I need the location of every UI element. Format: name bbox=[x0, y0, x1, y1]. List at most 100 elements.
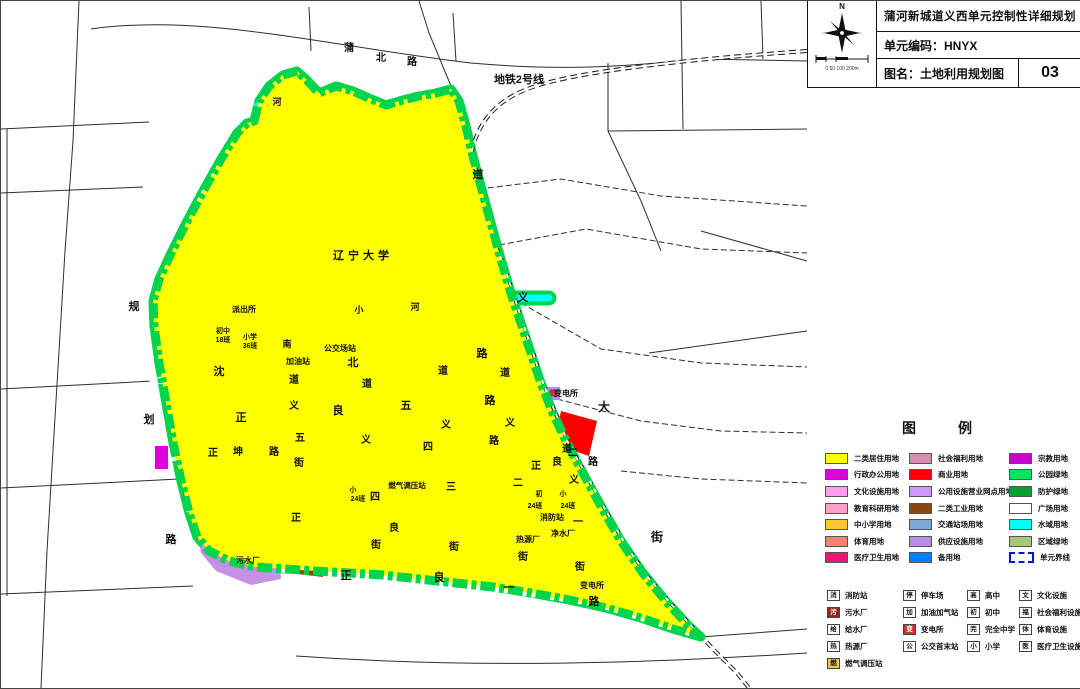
legend-facility-row: 热热源厂 bbox=[827, 638, 883, 655]
legend-facility-col4: 文文化设施福社会福利设施体体育设施医医疗卫生设施 bbox=[1019, 587, 1080, 655]
map-label: 坤 bbox=[233, 445, 243, 458]
legend-swatch bbox=[909, 469, 932, 480]
legend-swatch bbox=[1009, 453, 1032, 464]
admin-parcel bbox=[155, 446, 168, 469]
legend-label: 体育用地 bbox=[854, 536, 884, 547]
heat-plant-label: 热源厂 bbox=[516, 534, 540, 544]
map-label: 路 bbox=[477, 346, 489, 360]
north-label: N bbox=[839, 3, 845, 11]
legend-row: 防护绿地 bbox=[1009, 483, 1070, 500]
变电所-icon: 变 bbox=[903, 624, 916, 635]
sewage-plant-label: 污水厂 bbox=[236, 555, 260, 565]
legend-facility-row: 给给水厂 bbox=[827, 621, 883, 638]
legend-landuse-col2: 社会福利用地商业用地公用设施营业网点用地二类工业用地交通站场用地供应设施用地备用… bbox=[909, 450, 1013, 566]
legend-label: 水域用地 bbox=[1038, 519, 1068, 530]
legend-swatch bbox=[1009, 536, 1032, 547]
map-label: 小 bbox=[559, 489, 567, 498]
legend-facility-label: 高中 bbox=[985, 590, 1000, 601]
map-label: 道 bbox=[362, 377, 372, 390]
map-label: 沈 bbox=[214, 364, 225, 378]
map-label: 道 bbox=[500, 366, 510, 379]
legend-facility-row: 完完全中学 bbox=[967, 621, 1015, 638]
legend-label: 公用设施营业网点用地 bbox=[938, 486, 1013, 497]
legend-label: 二类工业用地 bbox=[938, 503, 983, 514]
legend-label: 防护绿地 bbox=[1038, 486, 1068, 497]
公交首末站-icon: 公 bbox=[903, 641, 916, 652]
map-label: 义 bbox=[569, 473, 580, 486]
map-label: 路 bbox=[589, 594, 601, 608]
map-label: 义 bbox=[518, 290, 530, 304]
文化设施-icon: 文 bbox=[1019, 590, 1032, 601]
legend-facility-row: 小小学 bbox=[967, 638, 1015, 655]
legend-label: 供应设施用地 bbox=[938, 536, 983, 547]
legend-facility-row: 文文化设施 bbox=[1019, 587, 1080, 604]
legend-swatch bbox=[1009, 486, 1032, 497]
map-label: 正 bbox=[341, 569, 352, 582]
legend-facility-row: 高高中 bbox=[967, 587, 1015, 604]
legend-label: 商业用地 bbox=[938, 469, 968, 480]
legend-row: 单元界线 bbox=[1009, 550, 1070, 567]
legend-swatch bbox=[825, 486, 848, 497]
legend-swatch bbox=[825, 519, 848, 530]
map-label: 二 bbox=[513, 477, 523, 489]
map-label: 路 bbox=[489, 434, 500, 447]
bus-depot-label: 公交场站 bbox=[324, 343, 356, 353]
legend-facility-row: 医医疗卫生设施 bbox=[1019, 638, 1080, 655]
legend-label: 医疗卫生用地 bbox=[854, 552, 899, 563]
legend-label: 公园绿地 bbox=[1038, 469, 1068, 480]
map-label: 小 bbox=[353, 304, 363, 315]
map-label: 路 bbox=[485, 393, 497, 407]
map-label: 街 bbox=[517, 550, 528, 563]
water-plant-label: 净水厂 bbox=[551, 528, 575, 538]
legend-swatch bbox=[825, 469, 848, 480]
legend-swatch bbox=[909, 453, 932, 464]
legend-row: 备用地 bbox=[909, 550, 1013, 567]
map-label: 良 bbox=[333, 403, 344, 417]
gas-station-label: 加油站 bbox=[285, 356, 310, 366]
legend-row: 二类工业用地 bbox=[909, 500, 1013, 517]
legend-row: 水域用地 bbox=[1009, 516, 1070, 533]
north-arrow-icon bbox=[820, 11, 864, 55]
map-label: 初中 bbox=[216, 326, 230, 335]
legend-facility-label: 燃气调压站 bbox=[845, 658, 883, 669]
legend-facility-label: 给水厂 bbox=[845, 624, 868, 635]
map-label: 北 bbox=[348, 355, 359, 369]
map-label: 一 bbox=[504, 582, 515, 594]
scale-bar bbox=[814, 55, 870, 65]
map-label: 三 bbox=[446, 481, 456, 493]
legend-facility-row: 初初中 bbox=[967, 604, 1015, 621]
map-label: 正 bbox=[531, 460, 541, 472]
legend-swatch bbox=[825, 503, 848, 514]
legend-swatch bbox=[825, 453, 848, 464]
legend-label: 中小学用地 bbox=[854, 519, 892, 530]
land-use-map: 蒲北路地铁2号线河规划路沈北路道义五街道义四街道义三街道义二街道义一街正良五路正… bbox=[1, 1, 807, 688]
体育设施-icon: 体 bbox=[1019, 624, 1032, 635]
legend-row: 区域绿地 bbox=[1009, 533, 1070, 550]
legend-swatch bbox=[909, 552, 932, 563]
legend-facility-label: 消防站 bbox=[845, 590, 868, 601]
map-label: 初 bbox=[536, 489, 543, 498]
map-label: 二 bbox=[568, 447, 578, 459]
legend-facility-row: 加加油加气站 bbox=[903, 604, 959, 621]
legend-facility-label: 小学 bbox=[985, 641, 1000, 652]
legend-facility-row: 停停车场 bbox=[903, 587, 959, 604]
医疗卫生设施-icon: 医 bbox=[1019, 641, 1032, 652]
小学-icon: 小 bbox=[967, 641, 980, 652]
map-label: 义 bbox=[289, 399, 300, 412]
legend-swatch bbox=[909, 536, 932, 547]
legend-row: 医疗卫生用地 bbox=[825, 550, 899, 567]
加油加气站-icon: 加 bbox=[903, 607, 916, 618]
map-name-row: 图名：土地利用规划图 03 bbox=[877, 59, 1080, 87]
scale-text: 0 50 100 200m bbox=[825, 66, 858, 72]
map-label: 良 bbox=[552, 455, 562, 468]
legend-facility-col3: 高高中初初中完完全中学小小学 bbox=[967, 587, 1015, 655]
map-label: 义 bbox=[361, 433, 372, 446]
map-label: 道 bbox=[473, 167, 484, 181]
legend-row: 交通站场用地 bbox=[909, 516, 1013, 533]
map-label: 五 bbox=[401, 399, 412, 412]
substation-label: 变电所 bbox=[554, 388, 578, 398]
legend-facility-row: 消消防站 bbox=[827, 587, 883, 604]
university-label: 辽宁大学 bbox=[333, 248, 393, 262]
legend-swatch bbox=[909, 503, 932, 514]
legend-facility-row: 变变电所 bbox=[903, 621, 959, 638]
